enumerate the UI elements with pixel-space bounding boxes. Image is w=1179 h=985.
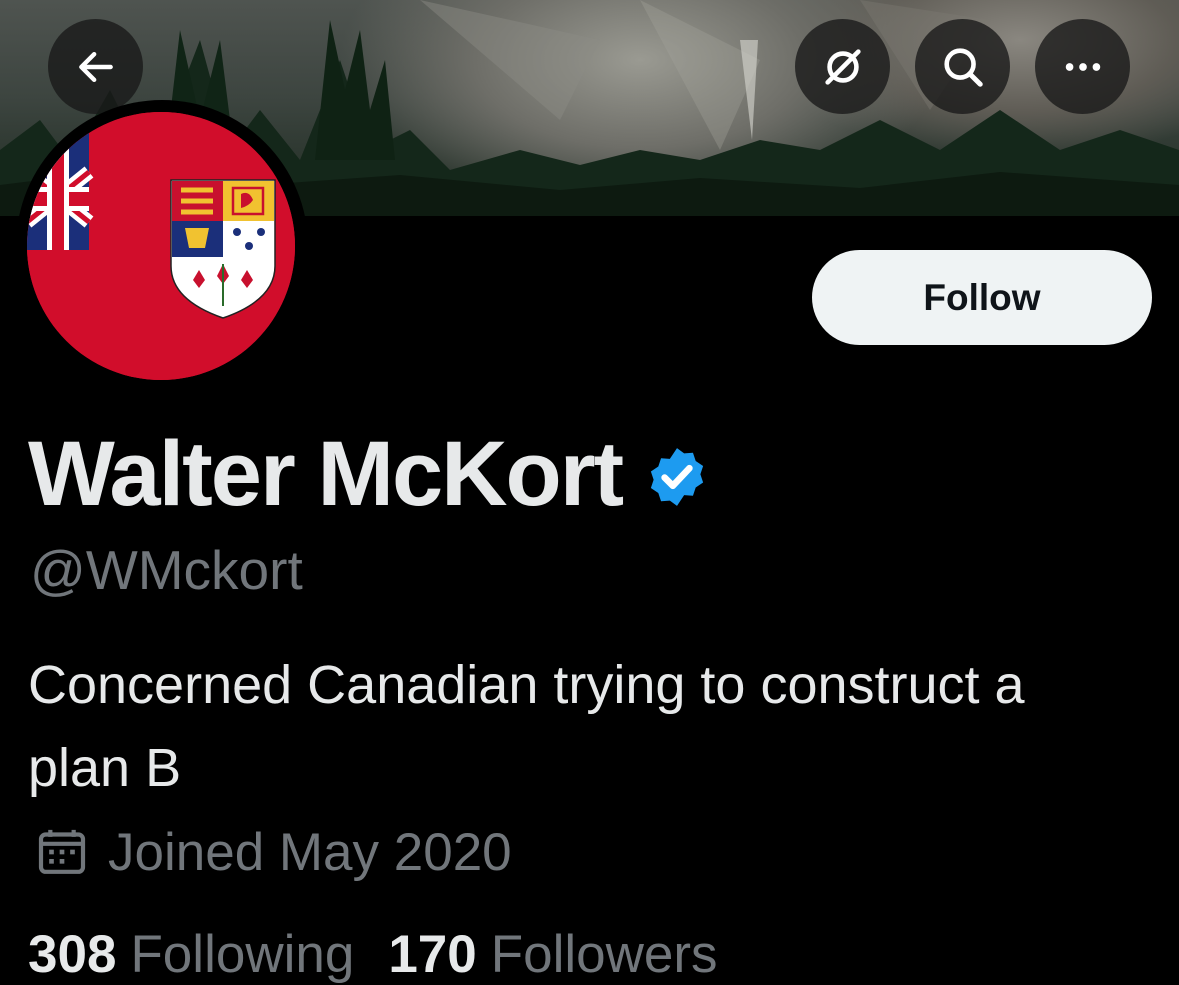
- grok-button[interactable]: [795, 19, 890, 114]
- more-horizontal-icon: [1065, 62, 1100, 71]
- search-icon: [943, 47, 983, 87]
- follow-stats: 308 Following 170 Followers: [28, 924, 718, 985]
- grok-icon: [824, 48, 861, 85]
- avatar[interactable]: [27, 112, 295, 380]
- bio: Concerned Canadian trying to construct a…: [28, 655, 1025, 798]
- display-name: Walter McKort: [28, 422, 624, 525]
- followers-label: Followers: [490, 925, 718, 984]
- search-button[interactable]: [915, 19, 1010, 114]
- followers-count: 170: [388, 925, 477, 984]
- following-label: Following: [130, 925, 355, 984]
- more-button[interactable]: [1035, 19, 1130, 114]
- name-row: Walter McKort: [28, 422, 710, 525]
- arrow-left-icon: [78, 51, 113, 82]
- joined-date: Joined May 2020: [108, 822, 512, 882]
- verified-badge-icon[interactable]: [644, 444, 710, 510]
- handle: @WMckort: [30, 539, 303, 601]
- calendar-icon: [38, 829, 86, 874]
- follow-button[interactable]: Follow: [812, 250, 1152, 345]
- red-ensign-flag-image: [27, 112, 295, 380]
- following-count: 308: [28, 925, 117, 984]
- back-button[interactable]: [48, 19, 143, 114]
- followers-link[interactable]: 170 Followers: [388, 924, 717, 985]
- joined-row: Joined May 2020: [34, 822, 512, 882]
- following-link[interactable]: 308 Following: [28, 924, 354, 985]
